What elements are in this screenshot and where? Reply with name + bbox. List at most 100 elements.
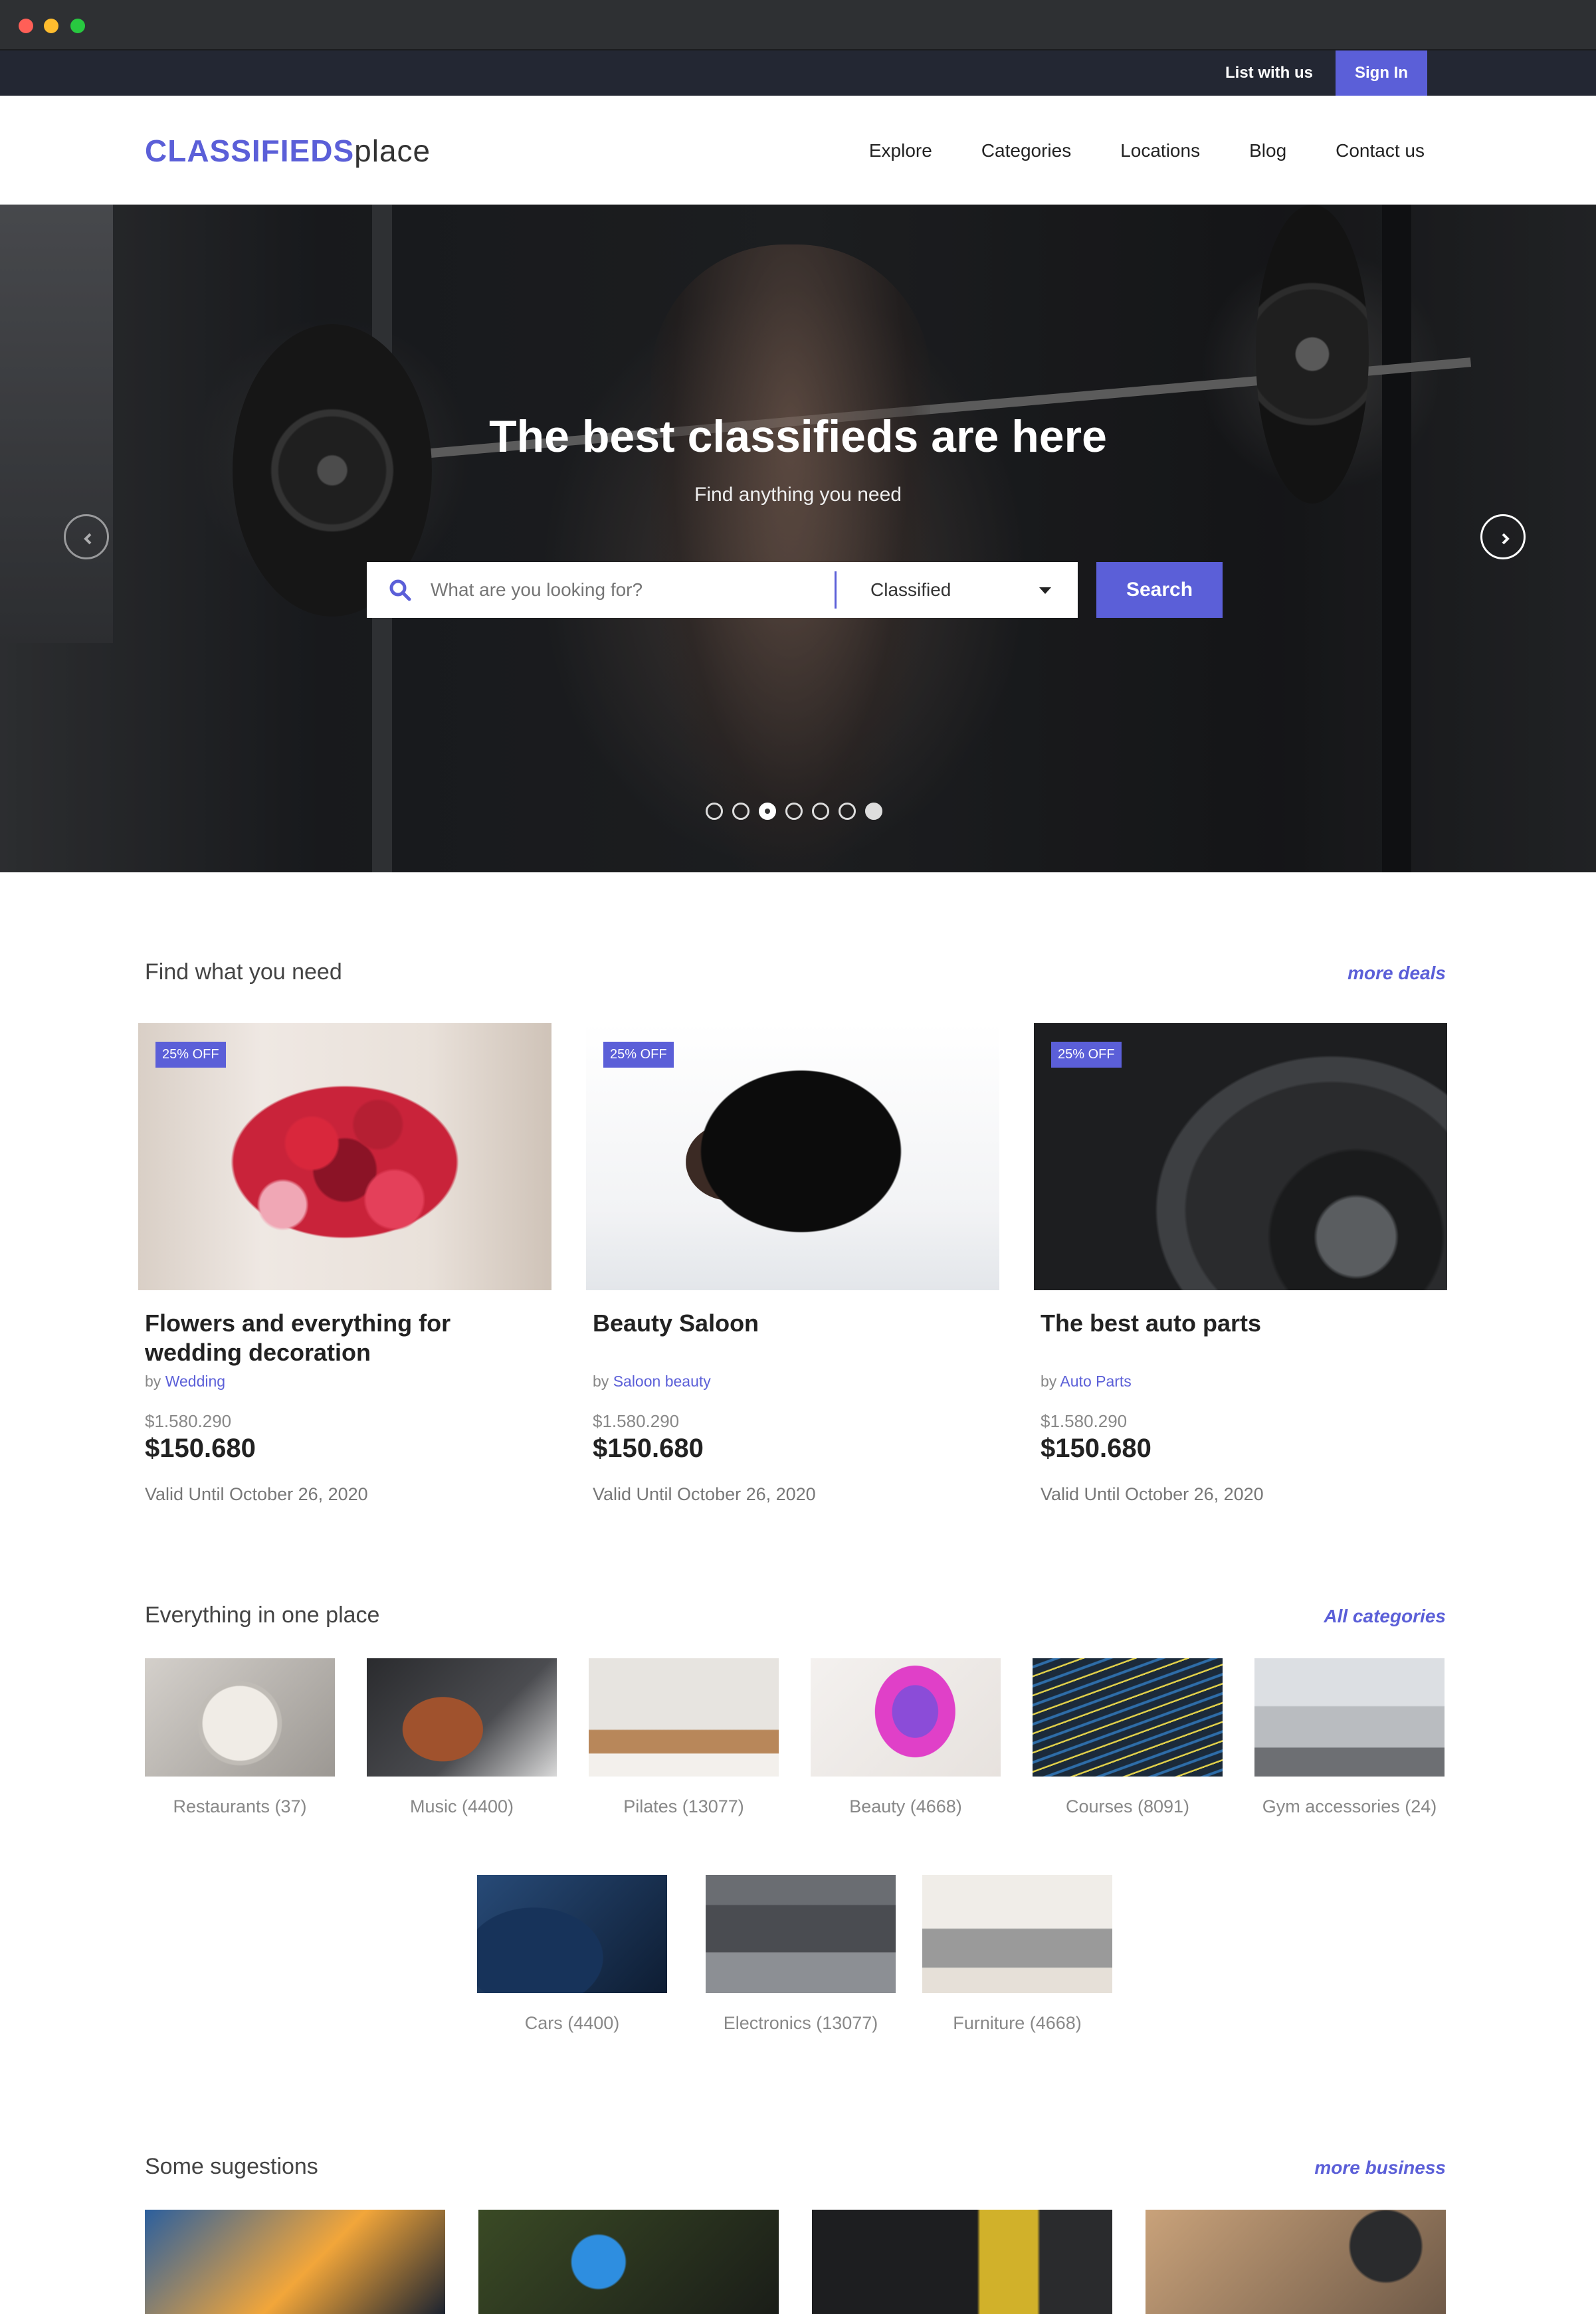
nav-locations[interactable]: Locations [1120,133,1200,169]
carousel-pagination [706,803,882,820]
deal-image-tire: 25% OFF [1034,1023,1447,1290]
nav-explore[interactable]: Explore [869,133,932,169]
deal-valid-until: Valid Until October 26, 2020 [593,1484,816,1504]
category-image [367,1658,557,1777]
category-image [706,1875,896,1993]
carousel-dot[interactable] [706,803,723,820]
deal-old-price: $1.580.290 [145,1411,232,1431]
search-bar: Classified [367,562,1078,618]
logo-light-text: place [354,134,431,168]
carousel-dot[interactable] [839,803,856,820]
site-logo[interactable]: CLASSIFIEDSplace [145,133,431,169]
category-dropdown[interactable]: Classified [837,562,1078,618]
suggestions-section-title: Some sugestions [145,2154,318,2179]
deal-seller: by Saloon beauty [593,1373,711,1390]
category-label: Pilates (13077) [623,1796,744,1816]
category-tile-music[interactable]: Music (4400) [367,1658,557,1817]
category-label: Gym accessories (24) [1262,1796,1437,1816]
deal-image-flowers: 25% OFF [138,1023,551,1290]
deal-old-price: $1.580.290 [1041,1411,1128,1431]
suggestion-card-2[interactable] [478,2210,779,2314]
deal-card[interactable]: 25% OFF The best auto parts by Auto Part… [1034,1023,1447,1504]
deal-image-beauty: 25% OFF [586,1023,999,1290]
nav-categories[interactable]: Categories [981,133,1071,169]
deal-price: $150.680 [1041,1434,1151,1463]
deal-card[interactable]: 25% OFF Flowers and everything for weddi… [138,1023,551,1504]
hero-subtitle: Find anything you need [694,484,902,506]
window-titlebar [0,0,1596,50]
more-deals-link[interactable]: more deals [1347,963,1446,984]
carousel-dot[interactable] [865,803,882,820]
list-with-us-link[interactable]: List with us [1209,50,1329,96]
category-tile-gym-accessories[interactable]: Gym accessories (24) [1254,1658,1445,1817]
carousel-prev-button[interactable] [64,514,109,559]
category-label: Music (4400) [409,1796,514,1816]
site-header: CLASSIFIEDSplace Explore Categories Loca… [0,96,1596,205]
category-dropdown-value: Classified [870,579,951,600]
deal-seller: by Auto Parts [1041,1373,1132,1390]
category-tile-pilates[interactable]: Pilates (13077) [589,1658,779,1817]
category-image [922,1875,1112,1993]
category-tile-cars[interactable]: Cars (4400) [477,1875,667,2034]
hero-banner: The best classifieds are here Find anyth… [0,205,1596,872]
category-tile-furniture[interactable]: Furniture (4668) [922,1875,1112,2034]
category-image [589,1658,779,1777]
suggestion-card-4[interactable] [1146,2210,1446,2314]
search-button[interactable]: Search [1096,562,1223,618]
carousel-dot[interactable] [812,803,829,820]
search-icon [389,579,411,601]
nav-blog[interactable]: Blog [1249,133,1286,169]
search-input[interactable] [431,562,829,618]
category-image [477,1875,667,1993]
category-tile-courses[interactable]: Courses (8091) [1033,1658,1223,1817]
all-categories-link[interactable]: All categories [1324,1606,1446,1627]
search-divider [835,571,837,609]
sign-in-button[interactable]: Sign In [1336,50,1427,96]
deal-seller-link[interactable]: Wedding [165,1373,225,1390]
discount-badge: 25% OFF [1051,1042,1122,1068]
carousel-next-button[interactable] [1480,514,1526,559]
more-business-link[interactable]: more business [1314,2157,1446,2178]
suggestion-card-3[interactable] [812,2210,1112,2314]
top-utility-bar: List with us Sign In [0,50,1596,96]
deal-seller-link[interactable]: Saloon beauty [613,1373,711,1390]
deal-title[interactable]: Flowers and everything for wedding decor… [145,1309,530,1367]
deal-valid-until: Valid Until October 26, 2020 [1041,1484,1264,1504]
carousel-dot[interactable] [785,803,803,820]
caret-down-icon [1039,587,1051,594]
discount-badge: 25% OFF [603,1042,674,1068]
close-window-icon[interactable] [19,19,33,33]
carousel-dot[interactable] [759,803,776,820]
category-label: Furniture (4668) [953,2013,1082,2033]
minimize-window-icon[interactable] [44,19,58,33]
deal-valid-until: Valid Until October 26, 2020 [145,1484,368,1504]
nav-contact[interactable]: Contact us [1336,133,1425,169]
deal-old-price: $1.580.290 [593,1411,680,1431]
deal-title[interactable]: Beauty Saloon [593,1309,978,1338]
category-image [811,1658,1001,1777]
maximize-window-icon[interactable] [70,19,85,33]
category-tile-beauty[interactable]: Beauty (4668) [811,1658,1001,1817]
main-nav: Explore Categories Locations Blog Contac… [820,133,1425,169]
category-label: Cars (4400) [524,2013,620,2033]
category-tile-restaurants[interactable]: Restaurants (37) [145,1658,335,1817]
category-label: Courses (8091) [1065,1796,1190,1816]
deal-seller: by Wedding [145,1373,226,1390]
deal-price: $150.680 [145,1434,256,1463]
category-label: Beauty (4668) [849,1796,962,1816]
deal-card[interactable]: 25% OFF Beauty Saloon by Saloon beauty $… [586,1023,999,1504]
carousel-dot[interactable] [732,803,749,820]
category-label: Electronics (13077) [723,2013,878,2033]
hero-title: The best classifieds are here [489,411,1107,462]
discount-badge: 25% OFF [155,1042,226,1068]
category-tile-electronics[interactable]: Electronics (13077) [706,1875,896,2034]
logo-strong-text: CLASSIFIEDS [145,134,355,168]
deal-seller-link[interactable]: Auto Parts [1060,1373,1131,1390]
chevron-right-icon [1502,533,1510,545]
deal-price: $150.680 [593,1434,704,1463]
category-label: Restaurants (37) [173,1796,307,1816]
suggestion-card-1[interactable] [145,2210,445,2314]
deal-title[interactable]: The best auto parts [1041,1309,1426,1338]
categories-section-title: Everything in one place [145,1602,380,1628]
category-image [1033,1658,1223,1777]
